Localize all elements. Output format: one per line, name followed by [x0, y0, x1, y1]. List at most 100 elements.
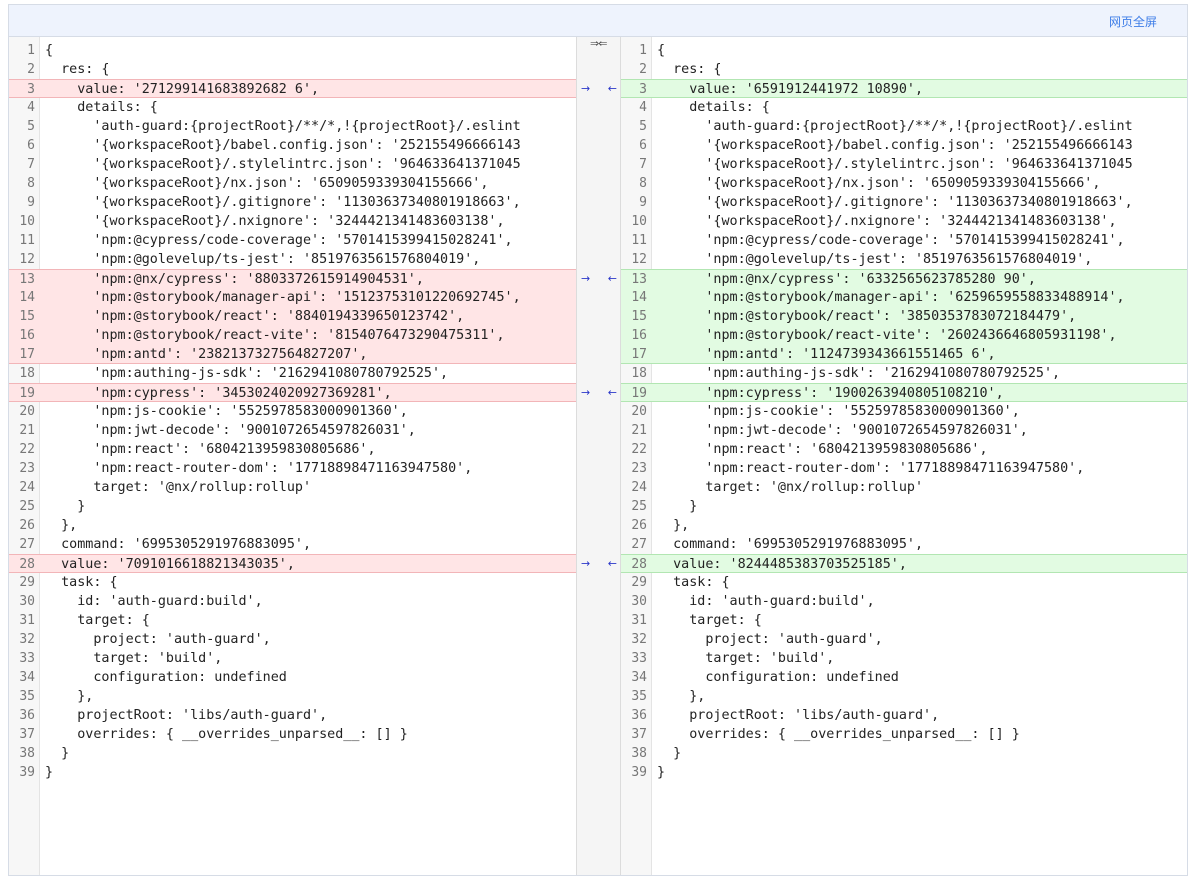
line-text: command: '6995305291976883095',	[45, 537, 312, 552]
left-code-line: 28 value: '7091016618821343035',	[9, 554, 576, 573]
line-text: {	[45, 43, 54, 58]
right-code-line: 17 'npm:antd': '1124739343661551465 6',	[621, 345, 1187, 364]
line-text: target: '@nx/rollup:rollup'	[45, 480, 312, 495]
line-text: 'auth-guard:{projectRoot}/**/*,!{project…	[657, 119, 1133, 134]
right-code-line: 39}	[621, 763, 1187, 782]
line-number: 39	[19, 765, 35, 780]
line-number: 18	[631, 366, 647, 381]
merge-left-icon[interactable]: ←	[608, 79, 617, 98]
line-number: 15	[19, 309, 35, 324]
right-code-line: 24 target: '@nx/rollup:rollup'	[621, 478, 1187, 497]
line-number: 34	[19, 670, 35, 685]
right-code-line: 33 target: 'build',	[621, 649, 1187, 668]
line-text: 'npm:authing-js-sdk': '21629410807807925…	[657, 366, 1061, 381]
left-code-line: 5 'auth-guard:{projectRoot}/**/*,!{proje…	[9, 117, 576, 136]
left-code-line: 36 projectRoot: 'libs/auth-guard',	[9, 706, 576, 725]
merge-left-icon[interactable]: ←	[608, 383, 617, 402]
line-number: 2	[639, 62, 647, 77]
line-number: 13	[631, 272, 647, 287]
line-number: 19	[631, 386, 647, 401]
right-code-line: 6 '{workspaceRoot}/babel.config.json': '…	[621, 136, 1187, 155]
line-text: 'npm:@golevelup/ts-jest': '8519763561576…	[657, 252, 1093, 267]
left-code-line: 10 '{workspaceRoot}/.nxignore': '3244421…	[9, 212, 576, 231]
left-code-line: 2 res: {	[9, 60, 576, 79]
line-text: 'npm:@storybook/react-vite': '8154076473…	[45, 328, 505, 343]
merge-arrow-row: → ←	[577, 269, 622, 288]
line-text: 'npm:@cypress/code-coverage': '570141539…	[657, 233, 1125, 248]
merge-right-icon[interactable]: →	[581, 554, 590, 573]
line-number: 19	[19, 386, 35, 401]
line-text: 'npm:@storybook/react': '385035378307218…	[657, 309, 1077, 324]
line-number: 34	[631, 670, 647, 685]
line-number: 8	[27, 176, 35, 191]
right-code-line: 23 'npm:react-router-dom': '177188984711…	[621, 459, 1187, 478]
line-text: id: 'auth-guard:build',	[45, 594, 263, 609]
left-code-line: 38 }	[9, 744, 576, 763]
line-number: 16	[19, 328, 35, 343]
merge-left-icon[interactable]: ←	[608, 269, 617, 288]
merge-right-icon[interactable]: →	[581, 79, 590, 98]
left-code-line: 19 'npm:cypress': '3453024020927369281',	[9, 383, 576, 402]
line-text: '{workspaceRoot}/babel.config.json': '25…	[657, 138, 1133, 153]
right-code-line: 16 'npm:@storybook/react-vite': '2602436…	[621, 326, 1187, 345]
line-text: res: {	[45, 62, 110, 77]
right-code-line: 2 res: {	[621, 60, 1187, 79]
line-text: }	[45, 765, 54, 780]
right-code-line: 25 }	[621, 497, 1187, 516]
line-text: configuration: undefined	[45, 670, 287, 685]
line-text: value: '271299141683892682 6',	[45, 82, 320, 97]
right-code-line: 28 value: '8244485383703525185',	[621, 554, 1187, 573]
left-code-line: 26 },	[9, 516, 576, 535]
left-code-line: 15 'npm:@storybook/react': '884019433965…	[9, 307, 576, 326]
right-code-line: 20 'npm:js-cookie': '5525978583000901360…	[621, 402, 1187, 421]
line-number: 26	[19, 518, 35, 533]
line-number: 6	[27, 138, 35, 153]
left-code-line: 12 'npm:@golevelup/ts-jest': '8519763561…	[9, 250, 576, 269]
line-number: 1	[27, 43, 35, 58]
right-code-line: 29 task: {	[621, 573, 1187, 592]
left-code-line: 1{	[9, 41, 576, 60]
line-number: 38	[631, 746, 647, 761]
line-number: 5	[27, 119, 35, 134]
merge-right-icon[interactable]: →	[581, 269, 590, 288]
right-code-line: 4 details: {	[621, 98, 1187, 117]
right-code-line: 30 id: 'auth-guard:build',	[621, 592, 1187, 611]
left-code-line: 8 '{workspaceRoot}/nx.json': '6509059339…	[9, 174, 576, 193]
left-code-line: 39}	[9, 763, 576, 782]
line-number: 3	[639, 82, 647, 97]
right-code-line: 15 'npm:@storybook/react': '385035378307…	[621, 307, 1187, 326]
diff-viewer: 网页全屏 1{2 res: {3 value: '271299141683892…	[8, 4, 1188, 876]
right-code-line: 11 'npm:@cypress/code-coverage': '570141…	[621, 231, 1187, 250]
line-text: overrides: { __overrides_unparsed__: [] …	[657, 727, 1020, 742]
left-code-line: 4 details: {	[9, 98, 576, 117]
line-number: 27	[19, 537, 35, 552]
line-text: 'npm:@nx/cypress': '6332565623785280 90'…	[657, 272, 1036, 287]
right-code-line: 14 'npm:@storybook/manager-api': '625965…	[621, 288, 1187, 307]
line-text: 'npm:@golevelup/ts-jest': '8519763561576…	[45, 252, 481, 267]
line-text: configuration: undefined	[657, 670, 899, 685]
fullscreen-button[interactable]: 网页全屏	[1109, 13, 1157, 30]
right-code-line: 3 value: '6591912441972 10890',	[621, 79, 1187, 98]
left-code-line: 17 'npm:antd': '2382137327564827207',	[9, 345, 576, 364]
left-code-line: 29 task: {	[9, 573, 576, 592]
right-code-line: 7 '{workspaceRoot}/.stylelintrc.json': '…	[621, 155, 1187, 174]
right-code-line: 34 configuration: undefined	[621, 668, 1187, 687]
merge-left-icon[interactable]: ←	[608, 554, 617, 573]
left-code-line: 13 'npm:@nx/cypress': '88033726159149045…	[9, 269, 576, 288]
right-code-line: 32 project: 'auth-guard',	[621, 630, 1187, 649]
left-code-line: 30 id: 'auth-guard:build',	[9, 592, 576, 611]
line-number: 5	[639, 119, 647, 134]
swap-sides-icon[interactable]: ⇒⇐	[590, 37, 607, 50]
merge-arrow-row: → ←	[577, 554, 622, 573]
line-number: 10	[19, 214, 35, 229]
right-code-lines: 1{2 res: {3 value: '6591912441972 10890'…	[621, 41, 1187, 782]
line-text: },	[45, 689, 94, 704]
left-editor-pane[interactable]: 1{2 res: {3 value: '271299141683892682 6…	[9, 37, 576, 875]
left-code-line: 9 '{workspaceRoot}/.gitignore': '1130363…	[9, 193, 576, 212]
line-number: 12	[19, 252, 35, 267]
right-editor-pane[interactable]: 1{2 res: {3 value: '6591912441972 10890'…	[621, 37, 1187, 875]
right-code-line: 27 command: '6995305291976883095',	[621, 535, 1187, 554]
merge-right-icon[interactable]: →	[581, 383, 590, 402]
line-number: 29	[631, 575, 647, 590]
line-text: '{workspaceRoot}/.gitignore': '113036373…	[657, 195, 1133, 210]
